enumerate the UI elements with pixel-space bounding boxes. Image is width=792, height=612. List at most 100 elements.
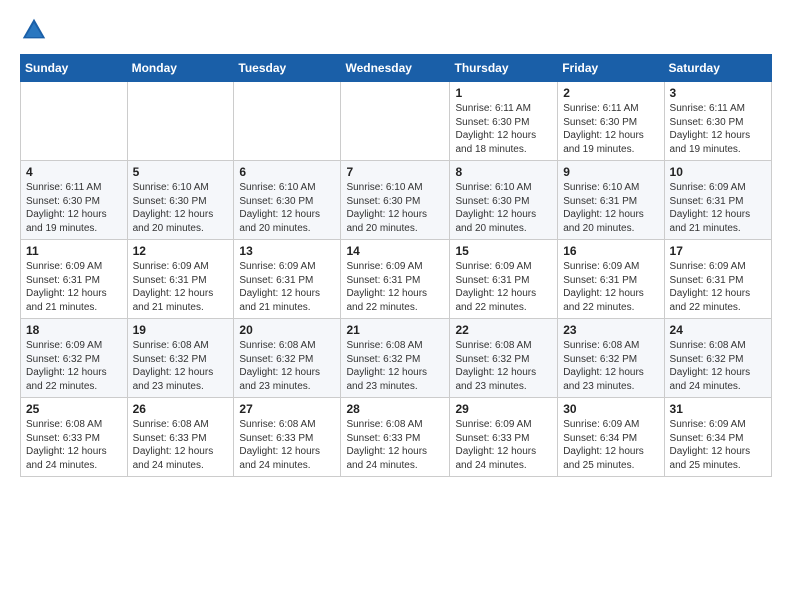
calendar-day-header: Monday xyxy=(127,55,234,82)
header xyxy=(20,16,772,44)
day-number: 5 xyxy=(133,165,229,179)
calendar-cell: 8Sunrise: 6:10 AM Sunset: 6:30 PM Daylig… xyxy=(450,161,558,240)
day-info: Sunrise: 6:09 AM Sunset: 6:32 PM Dayligh… xyxy=(26,339,122,393)
day-info: Sunrise: 6:11 AM Sunset: 6:30 PM Dayligh… xyxy=(26,181,122,235)
day-number: 1 xyxy=(455,86,552,100)
logo xyxy=(20,16,52,44)
calendar-cell: 15Sunrise: 6:09 AM Sunset: 6:31 PM Dayli… xyxy=(450,240,558,319)
calendar-cell: 18 Sunrise: 6:09 AM Sunset: 6:32 PM Dayli… xyxy=(21,319,128,398)
calendar-cell: 20 Sunrise: 6:08 AM Sunset: 6:32 PM Dayli… xyxy=(234,319,341,398)
calendar-cell xyxy=(341,82,450,161)
calendar-cell: 4 Sunrise: 6:11 AM Sunset: 6:30 PM Daylig… xyxy=(21,161,128,240)
day-number: 21 xyxy=(346,323,444,337)
calendar: SundayMondayTuesdayWednesdayThursdayFrid… xyxy=(20,54,772,477)
day-number: 14 xyxy=(346,244,444,258)
day-info: Sunrise: 6:09 AM Sunset: 6:34 PM Dayligh… xyxy=(563,418,658,472)
day-info: Sunrise: 6:10 AM Sunset: 6:30 PM Dayligh… xyxy=(239,181,335,235)
calendar-cell: 22 Sunrise: 6:08 AM Sunset: 6:32 PM Dayli… xyxy=(450,319,558,398)
day-info: Sunrise: 6:09 AM Sunset: 6:31 PM Dayligh… xyxy=(455,260,552,314)
day-info: Sunrise: 6:08 AM Sunset: 6:32 PM Dayligh… xyxy=(563,339,658,393)
calendar-cell: 7 Sunrise: 6:10 AM Sunset: 6:30 PM Daylig… xyxy=(341,161,450,240)
day-info: Sunrise: 6:08 AM Sunset: 6:33 PM Dayligh… xyxy=(133,418,229,472)
calendar-day-header: Sunday xyxy=(21,55,128,82)
day-info: Sunrise: 6:08 AM Sunset: 6:32 PM Dayligh… xyxy=(670,339,766,393)
calendar-day-header: Wednesday xyxy=(341,55,450,82)
day-info: Sunrise: 6:08 AM Sunset: 6:33 PM Dayligh… xyxy=(26,418,122,472)
logo-icon xyxy=(20,16,48,44)
day-info: Sunrise: 6:08 AM Sunset: 6:33 PM Dayligh… xyxy=(346,418,444,472)
day-info: Sunrise: 6:09 AM Sunset: 6:31 PM Dayligh… xyxy=(346,260,444,314)
calendar-cell: 24 Sunrise: 6:08 AM Sunset: 6:32 PM Dayli… xyxy=(664,319,771,398)
calendar-day-header: Friday xyxy=(558,55,664,82)
day-number: 9 xyxy=(563,165,658,179)
day-number: 18 xyxy=(26,323,122,337)
calendar-cell xyxy=(127,82,234,161)
calendar-cell: 30 Sunrise: 6:09 AM Sunset: 6:34 PM Dayli… xyxy=(558,398,664,477)
day-info: Sunrise: 6:10 AM Sunset: 6:30 PM Dayligh… xyxy=(455,181,552,235)
calendar-cell: 5 Sunrise: 6:10 AM Sunset: 6:30 PM Daylig… xyxy=(127,161,234,240)
day-info: Sunrise: 6:09 AM Sunset: 6:31 PM Dayligh… xyxy=(239,260,335,314)
calendar-cell: 31 Sunrise: 6:09 AM Sunset: 6:34 PM Dayli… xyxy=(664,398,771,477)
calendar-cell: 26Sunrise: 6:08 AM Sunset: 6:33 PM Dayli… xyxy=(127,398,234,477)
calendar-cell: 23 Sunrise: 6:08 AM Sunset: 6:32 PM Dayli… xyxy=(558,319,664,398)
calendar-cell: 16 Sunrise: 6:09 AM Sunset: 6:31 PM Dayli… xyxy=(558,240,664,319)
calendar-week-row: 4 Sunrise: 6:11 AM Sunset: 6:30 PM Daylig… xyxy=(21,161,772,240)
day-number: 3 xyxy=(670,86,766,100)
day-info: Sunrise: 6:09 AM Sunset: 6:34 PM Dayligh… xyxy=(670,418,766,472)
day-info: Sunrise: 6:10 AM Sunset: 6:30 PM Dayligh… xyxy=(133,181,229,235)
day-number: 22 xyxy=(455,323,552,337)
day-number: 29 xyxy=(455,402,552,416)
calendar-cell: 29Sunrise: 6:09 AM Sunset: 6:33 PM Dayli… xyxy=(450,398,558,477)
calendar-cell: 10Sunrise: 6:09 AM Sunset: 6:31 PM Dayli… xyxy=(664,161,771,240)
calendar-cell: 27 Sunrise: 6:08 AM Sunset: 6:33 PM Dayli… xyxy=(234,398,341,477)
day-info: Sunrise: 6:09 AM Sunset: 6:31 PM Dayligh… xyxy=(133,260,229,314)
day-info: Sunrise: 6:10 AM Sunset: 6:30 PM Dayligh… xyxy=(346,181,444,235)
calendar-cell: 3Sunrise: 6:11 AM Sunset: 6:30 PM Daylig… xyxy=(664,82,771,161)
calendar-cell: 9Sunrise: 6:10 AM Sunset: 6:31 PM Daylig… xyxy=(558,161,664,240)
calendar-cell: 6 Sunrise: 6:10 AM Sunset: 6:30 PM Daylig… xyxy=(234,161,341,240)
calendar-header-row: SundayMondayTuesdayWednesdayThursdayFrid… xyxy=(21,55,772,82)
calendar-week-row: 11 Sunrise: 6:09 AM Sunset: 6:31 PM Dayli… xyxy=(21,240,772,319)
day-number: 16 xyxy=(563,244,658,258)
day-number: 25 xyxy=(26,402,122,416)
day-info: Sunrise: 6:09 AM Sunset: 6:31 PM Dayligh… xyxy=(563,260,658,314)
day-number: 4 xyxy=(26,165,122,179)
day-number: 6 xyxy=(239,165,335,179)
day-info: Sunrise: 6:08 AM Sunset: 6:32 PM Dayligh… xyxy=(239,339,335,393)
calendar-week-row: 25 Sunrise: 6:08 AM Sunset: 6:33 PM Dayli… xyxy=(21,398,772,477)
day-number: 27 xyxy=(239,402,335,416)
calendar-cell xyxy=(234,82,341,161)
calendar-cell: 1 Sunrise: 6:11 AM Sunset: 6:30 PM Daylig… xyxy=(450,82,558,161)
day-info: Sunrise: 6:09 AM Sunset: 6:31 PM Dayligh… xyxy=(26,260,122,314)
day-number: 12 xyxy=(133,244,229,258)
calendar-week-row: 1 Sunrise: 6:11 AM Sunset: 6:30 PM Daylig… xyxy=(21,82,772,161)
day-info: Sunrise: 6:08 AM Sunset: 6:33 PM Dayligh… xyxy=(239,418,335,472)
day-number: 7 xyxy=(346,165,444,179)
calendar-day-header: Thursday xyxy=(450,55,558,82)
calendar-week-row: 18 Sunrise: 6:09 AM Sunset: 6:32 PM Dayli… xyxy=(21,319,772,398)
day-number: 11 xyxy=(26,244,122,258)
day-number: 31 xyxy=(670,402,766,416)
calendar-cell: 17Sunrise: 6:09 AM Sunset: 6:31 PM Dayli… xyxy=(664,240,771,319)
day-number: 30 xyxy=(563,402,658,416)
calendar-cell: 28Sunrise: 6:08 AM Sunset: 6:33 PM Dayli… xyxy=(341,398,450,477)
day-number: 2 xyxy=(563,86,658,100)
calendar-cell: 12 Sunrise: 6:09 AM Sunset: 6:31 PM Dayli… xyxy=(127,240,234,319)
day-info: Sunrise: 6:09 AM Sunset: 6:31 PM Dayligh… xyxy=(670,181,766,235)
calendar-cell: 25 Sunrise: 6:08 AM Sunset: 6:33 PM Dayli… xyxy=(21,398,128,477)
day-info: Sunrise: 6:08 AM Sunset: 6:32 PM Dayligh… xyxy=(133,339,229,393)
day-info: Sunrise: 6:11 AM Sunset: 6:30 PM Dayligh… xyxy=(455,102,552,156)
day-number: 19 xyxy=(133,323,229,337)
calendar-cell: 21Sunrise: 6:08 AM Sunset: 6:32 PM Dayli… xyxy=(341,319,450,398)
day-number: 23 xyxy=(563,323,658,337)
day-number: 24 xyxy=(670,323,766,337)
day-number: 13 xyxy=(239,244,335,258)
day-number: 17 xyxy=(670,244,766,258)
day-info: Sunrise: 6:08 AM Sunset: 6:32 PM Dayligh… xyxy=(455,339,552,393)
calendar-day-header: Saturday xyxy=(664,55,771,82)
calendar-cell: 2Sunrise: 6:11 AM Sunset: 6:30 PM Daylig… xyxy=(558,82,664,161)
day-number: 20 xyxy=(239,323,335,337)
calendar-day-header: Tuesday xyxy=(234,55,341,82)
calendar-cell: 13 Sunrise: 6:09 AM Sunset: 6:31 PM Dayli… xyxy=(234,240,341,319)
calendar-cell: 14 Sunrise: 6:09 AM Sunset: 6:31 PM Dayli… xyxy=(341,240,450,319)
